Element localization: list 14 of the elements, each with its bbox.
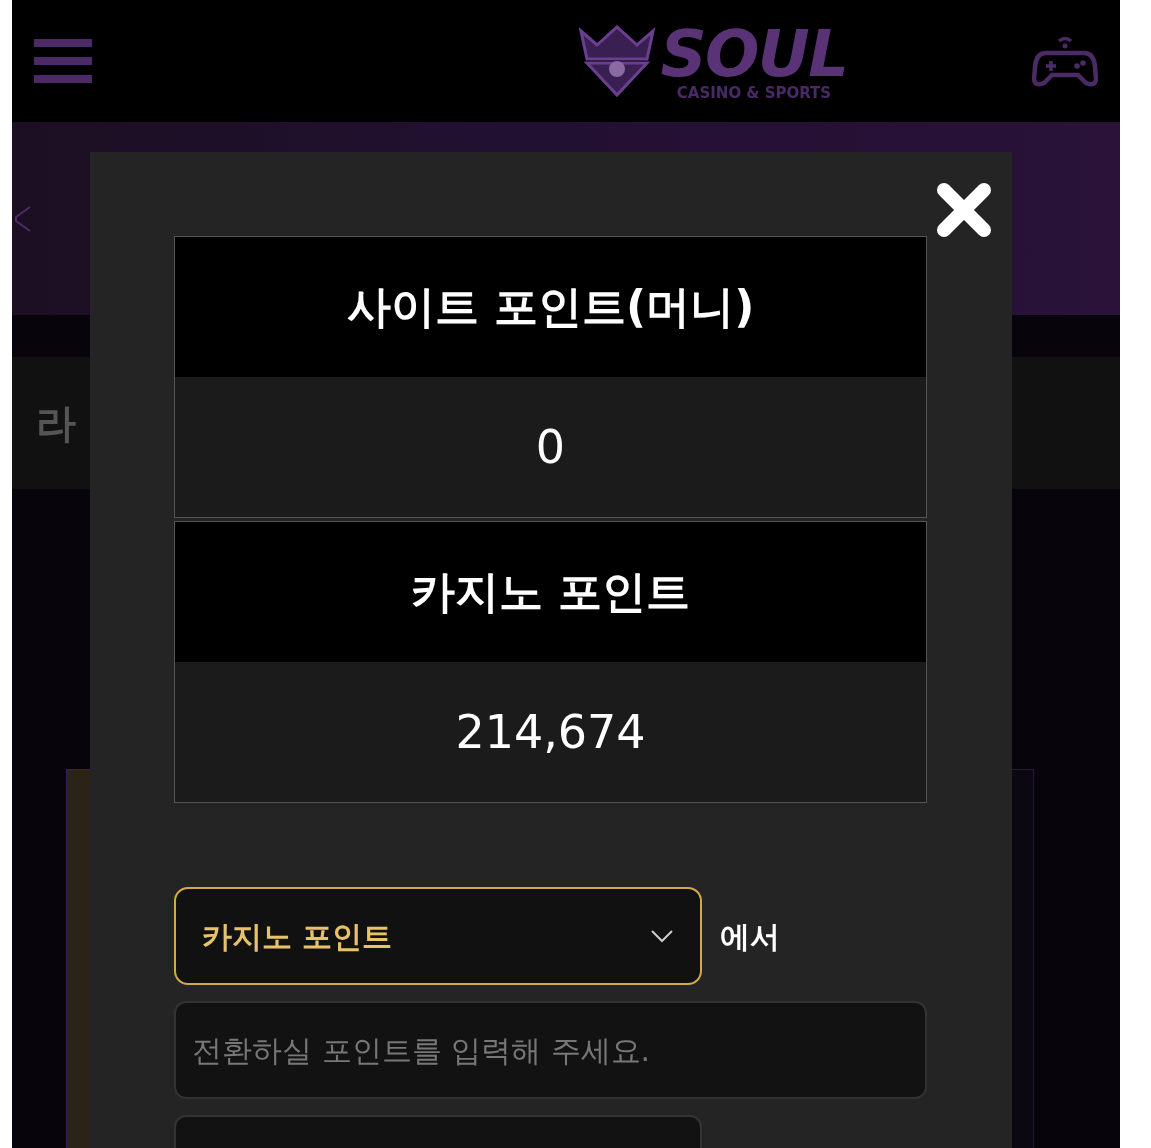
close-icon bbox=[936, 182, 992, 238]
amount-input-field[interactable]: 전환하실 포인트를 입력해 주세요. bbox=[174, 1001, 927, 1099]
point-value-cell: 214,674 bbox=[175, 662, 926, 802]
section-title: 라 bbox=[36, 399, 76, 448]
chevron-down-icon bbox=[650, 929, 674, 943]
logo-subtitle: CASINO & SPORTS bbox=[676, 85, 832, 101]
close-button[interactable] bbox=[934, 180, 994, 240]
point-label-cell: 카지노 포인트 bbox=[175, 522, 926, 662]
crown-shield-icon bbox=[576, 25, 657, 97]
select-suffix: 에서 bbox=[720, 917, 780, 956]
point-value-cell: 0 bbox=[175, 377, 926, 517]
source-select[interactable]: 카지노 포인트 bbox=[174, 887, 702, 985]
logo-title: SOUL bbox=[660, 21, 848, 86]
point-label-cell: 사이트 포인트(머니) bbox=[175, 237, 926, 377]
